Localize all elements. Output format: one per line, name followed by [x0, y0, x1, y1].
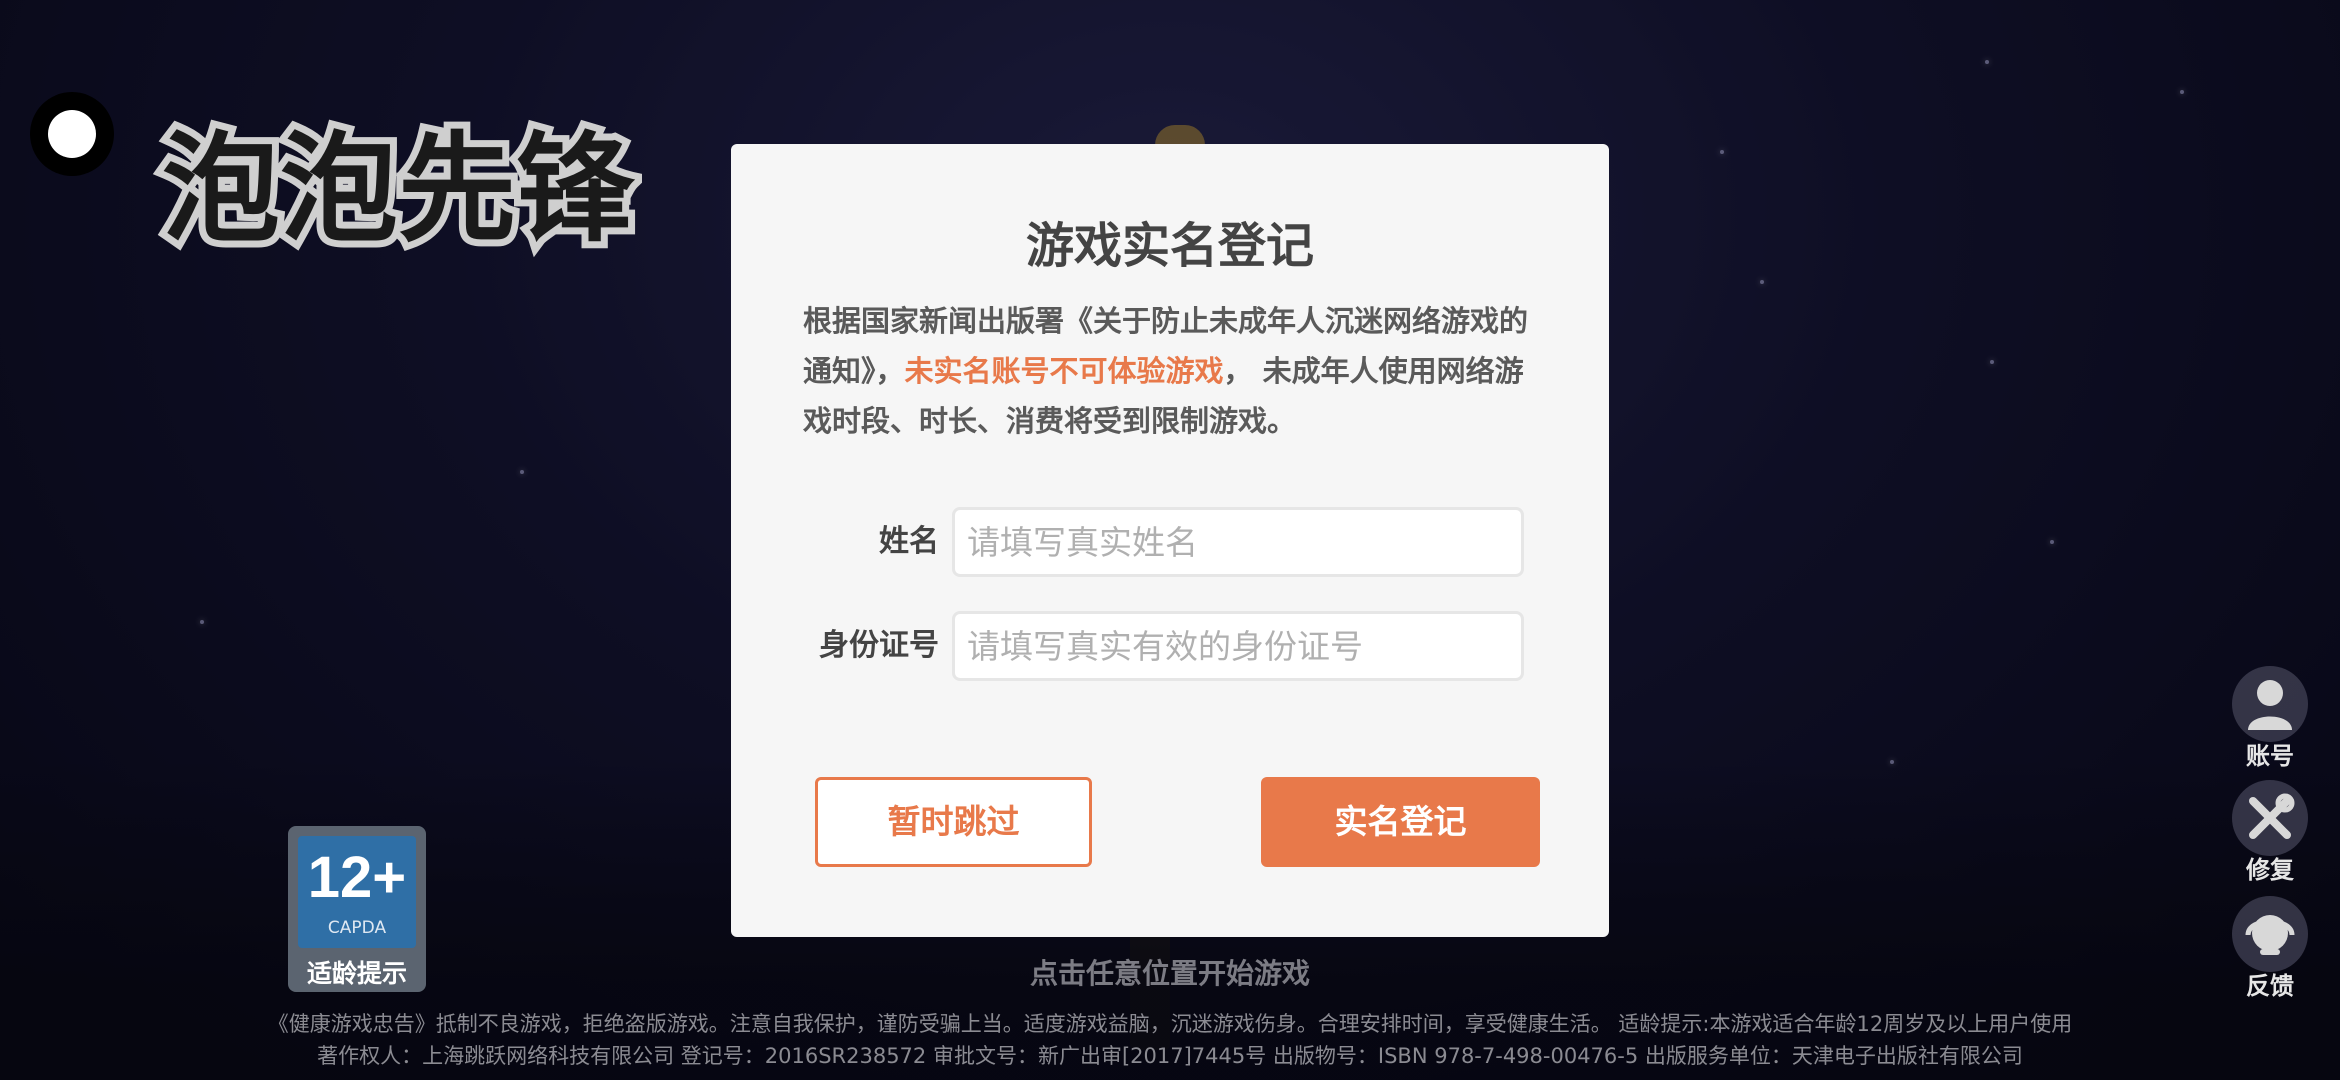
skip-button[interactable]: 暂时跳过	[815, 777, 1092, 867]
age-rating-icon: 12+ CAPDA	[298, 836, 416, 948]
age-rating-number: 12+	[307, 845, 407, 910]
headset-icon	[2232, 896, 2308, 972]
feedback-button[interactable]: 反馈	[2232, 896, 2308, 1001]
id-number-input[interactable]	[955, 614, 1521, 678]
account-label: 账号	[2246, 742, 2294, 770]
description-highlight: 未实名账号不可体验游戏	[904, 354, 1224, 388]
repair-button[interactable]: 修复	[2232, 780, 2308, 885]
account-button[interactable]: 账号	[2232, 666, 2308, 771]
register-button[interactable]: 实名登记	[1261, 777, 1540, 867]
dialog-description: 根据国家新闻出版署《关于防止未成年人沉迷网络游戏的通知》，未实名账号不可体验游戏…	[803, 296, 1543, 446]
real-name-registration-dialog: 游戏实名登记 根据国家新闻出版署《关于防止未成年人沉迷网络游戏的通知》，未实名账…	[731, 144, 1609, 937]
legal-footer: 《健康游戏忠告》抵制不良游戏，拒绝盗版游戏。注意自我保护，谨防受骗上当。适度游戏…	[0, 1008, 2340, 1072]
dialog-title: 游戏实名登记	[1025, 218, 1314, 274]
name-label: 姓名	[879, 524, 939, 559]
copyright-info: 著作权人：上海跳跃网络科技有限公司 登记号：2016SR238572 审批文号：…	[317, 1044, 2023, 1068]
record-dot-icon	[48, 110, 96, 158]
name-row: 姓名	[731, 507, 1609, 577]
repair-label: 修复	[2246, 856, 2294, 884]
id-label: 身份证号	[819, 628, 939, 663]
logo-text: 泡泡先锋	[162, 120, 636, 258]
wrench-screwdriver-icon	[2232, 780, 2308, 856]
id-row: 身份证号	[731, 611, 1609, 681]
age-rating-org: CAPDA	[327, 918, 387, 938]
age-rating-badge: 12+ CAPDA 适龄提示	[288, 826, 426, 992]
age-rating-label: 适龄提示	[306, 959, 407, 988]
id-field-box	[952, 611, 1524, 681]
name-field-box	[952, 507, 1524, 577]
feedback-label: 反馈	[2246, 972, 2294, 1000]
screen-record-button[interactable]	[30, 92, 114, 176]
game-logo: 泡泡先锋	[152, 108, 643, 268]
user-icon	[2232, 666, 2308, 742]
name-input[interactable]	[955, 510, 1521, 574]
start-game-hint: 点击任意位置开始游戏	[1030, 957, 1311, 990]
health-notice: 《健康游戏忠告》抵制不良游戏，拒绝盗版游戏。注意自我保护，谨防受骗上当。适度游戏…	[267, 1012, 2073, 1036]
